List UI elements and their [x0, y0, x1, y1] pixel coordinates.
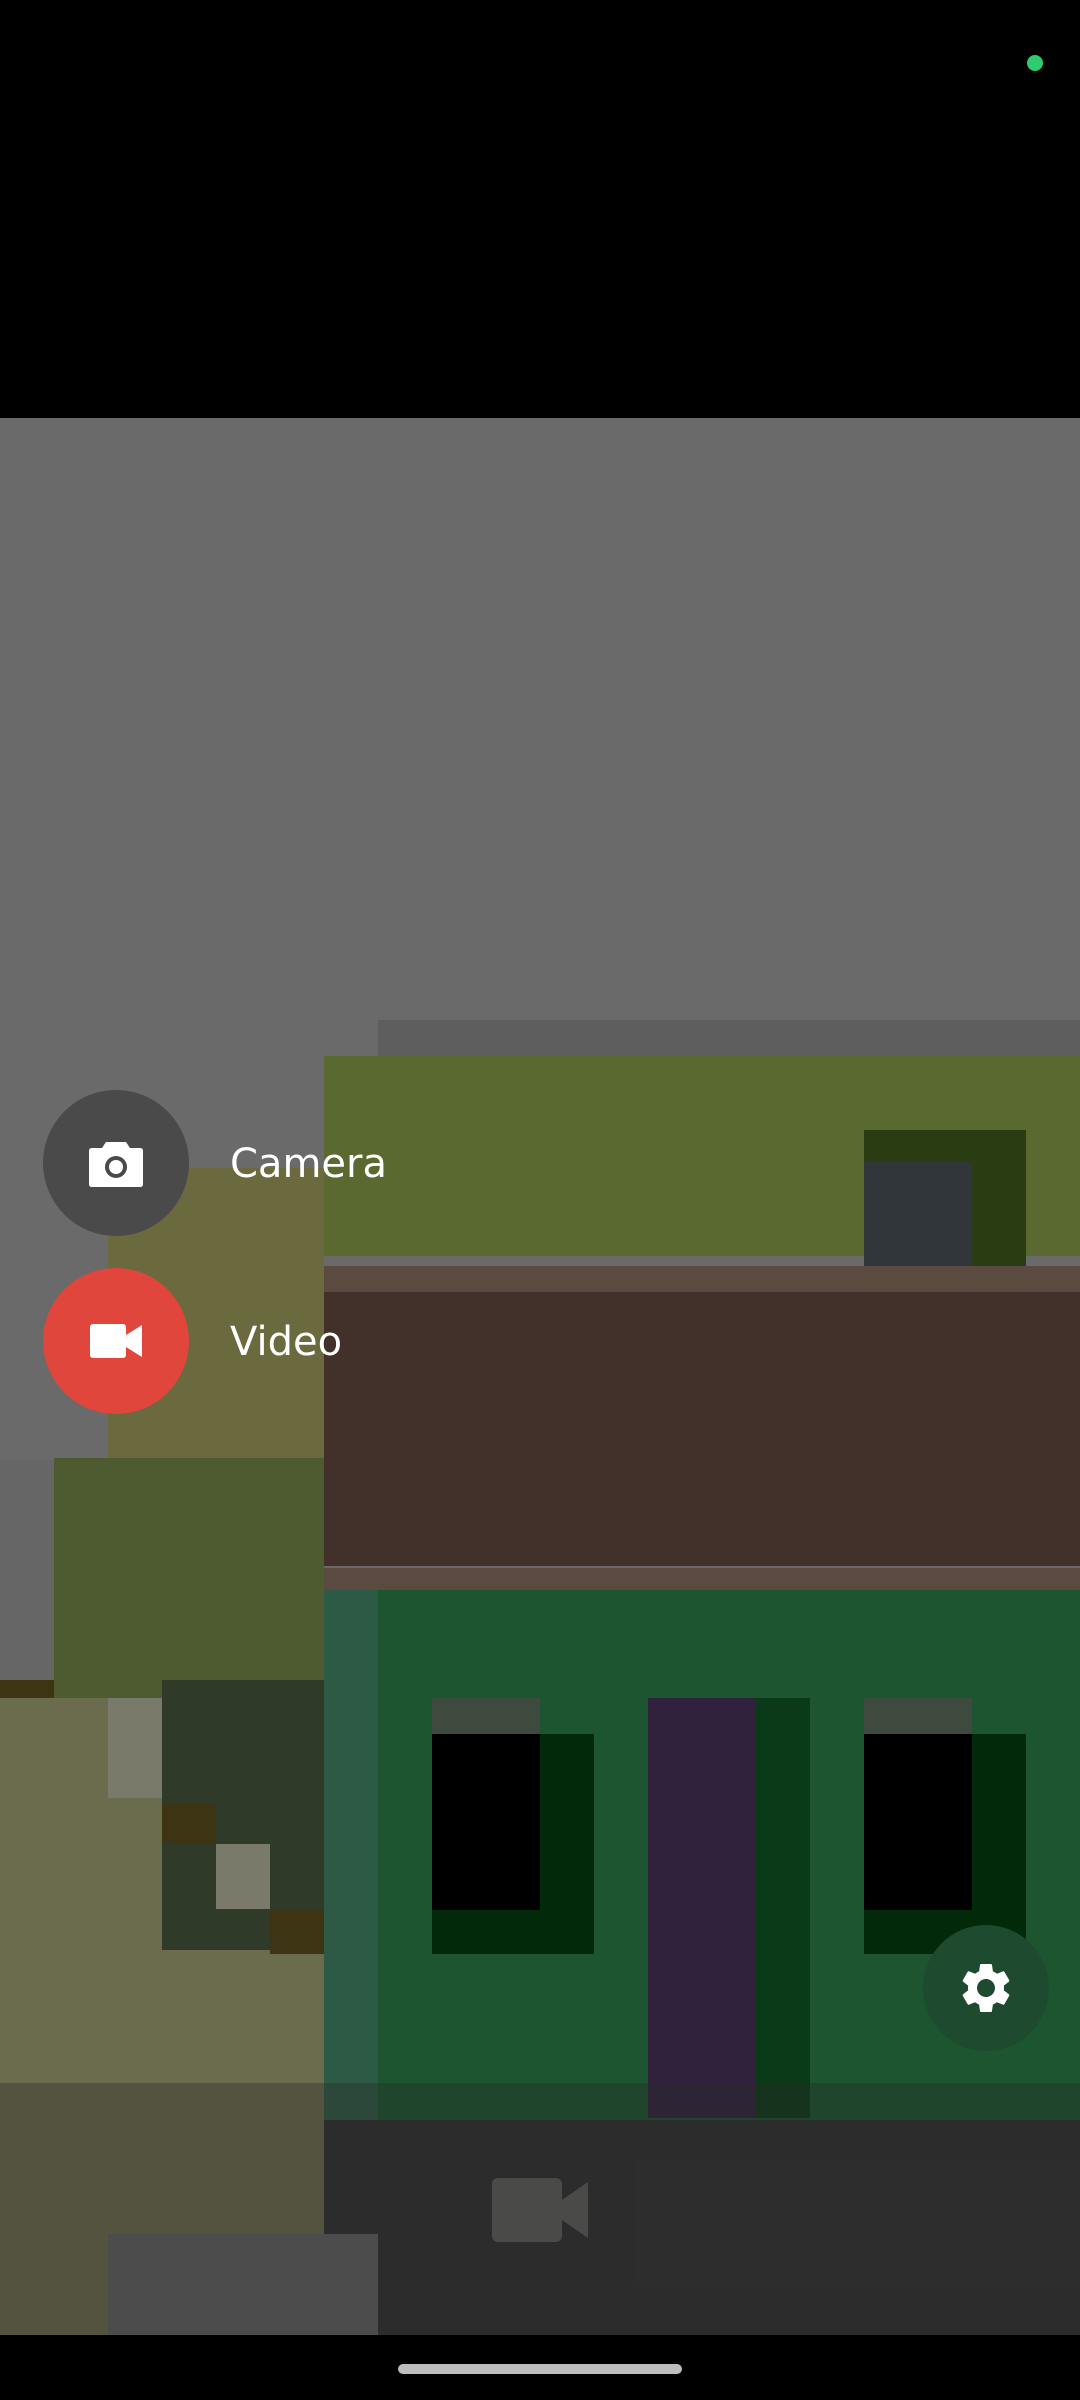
building-roof [324, 1266, 1080, 1566]
videocam-icon [90, 1324, 142, 1358]
camera-icon [89, 1142, 143, 1187]
video-button[interactable] [43, 1268, 189, 1414]
building-wall-shade [324, 1590, 378, 2120]
camera-option[interactable]: Camera [0, 1088, 411, 1250]
video-option[interactable]: Video [0, 1266, 411, 1428]
scene-block [216, 1844, 270, 1909]
camera-button[interactable] [43, 1090, 189, 1236]
camera-app-screen: Camera Video [0, 0, 1080, 2400]
settings-button[interactable] [923, 1925, 1049, 2051]
home-gesture-handle[interactable] [398, 2364, 682, 2374]
window-top [864, 1698, 972, 1734]
window-top [432, 1698, 540, 1734]
camera-label[interactable]: Camera [230, 1134, 387, 1194]
door-panel [648, 1698, 756, 2118]
record-button[interactable] [492, 2178, 588, 2247]
top-panel [0, 128, 1080, 418]
window-pane [864, 1734, 972, 1910]
videocam-icon [492, 2178, 588, 2242]
scene-block [0, 1460, 54, 1680]
building-roof-edge [324, 1266, 1080, 1292]
scene-block [864, 1162, 972, 1282]
status-bar [0, 0, 1080, 128]
privacy-indicator-dot [1027, 55, 1043, 71]
video-label[interactable]: Video [230, 1312, 342, 1372]
window-pane [432, 1734, 540, 1910]
scene-block [162, 1804, 216, 1844]
gear-icon [962, 1963, 1010, 2012]
building-roof-edge [324, 1568, 1080, 1590]
